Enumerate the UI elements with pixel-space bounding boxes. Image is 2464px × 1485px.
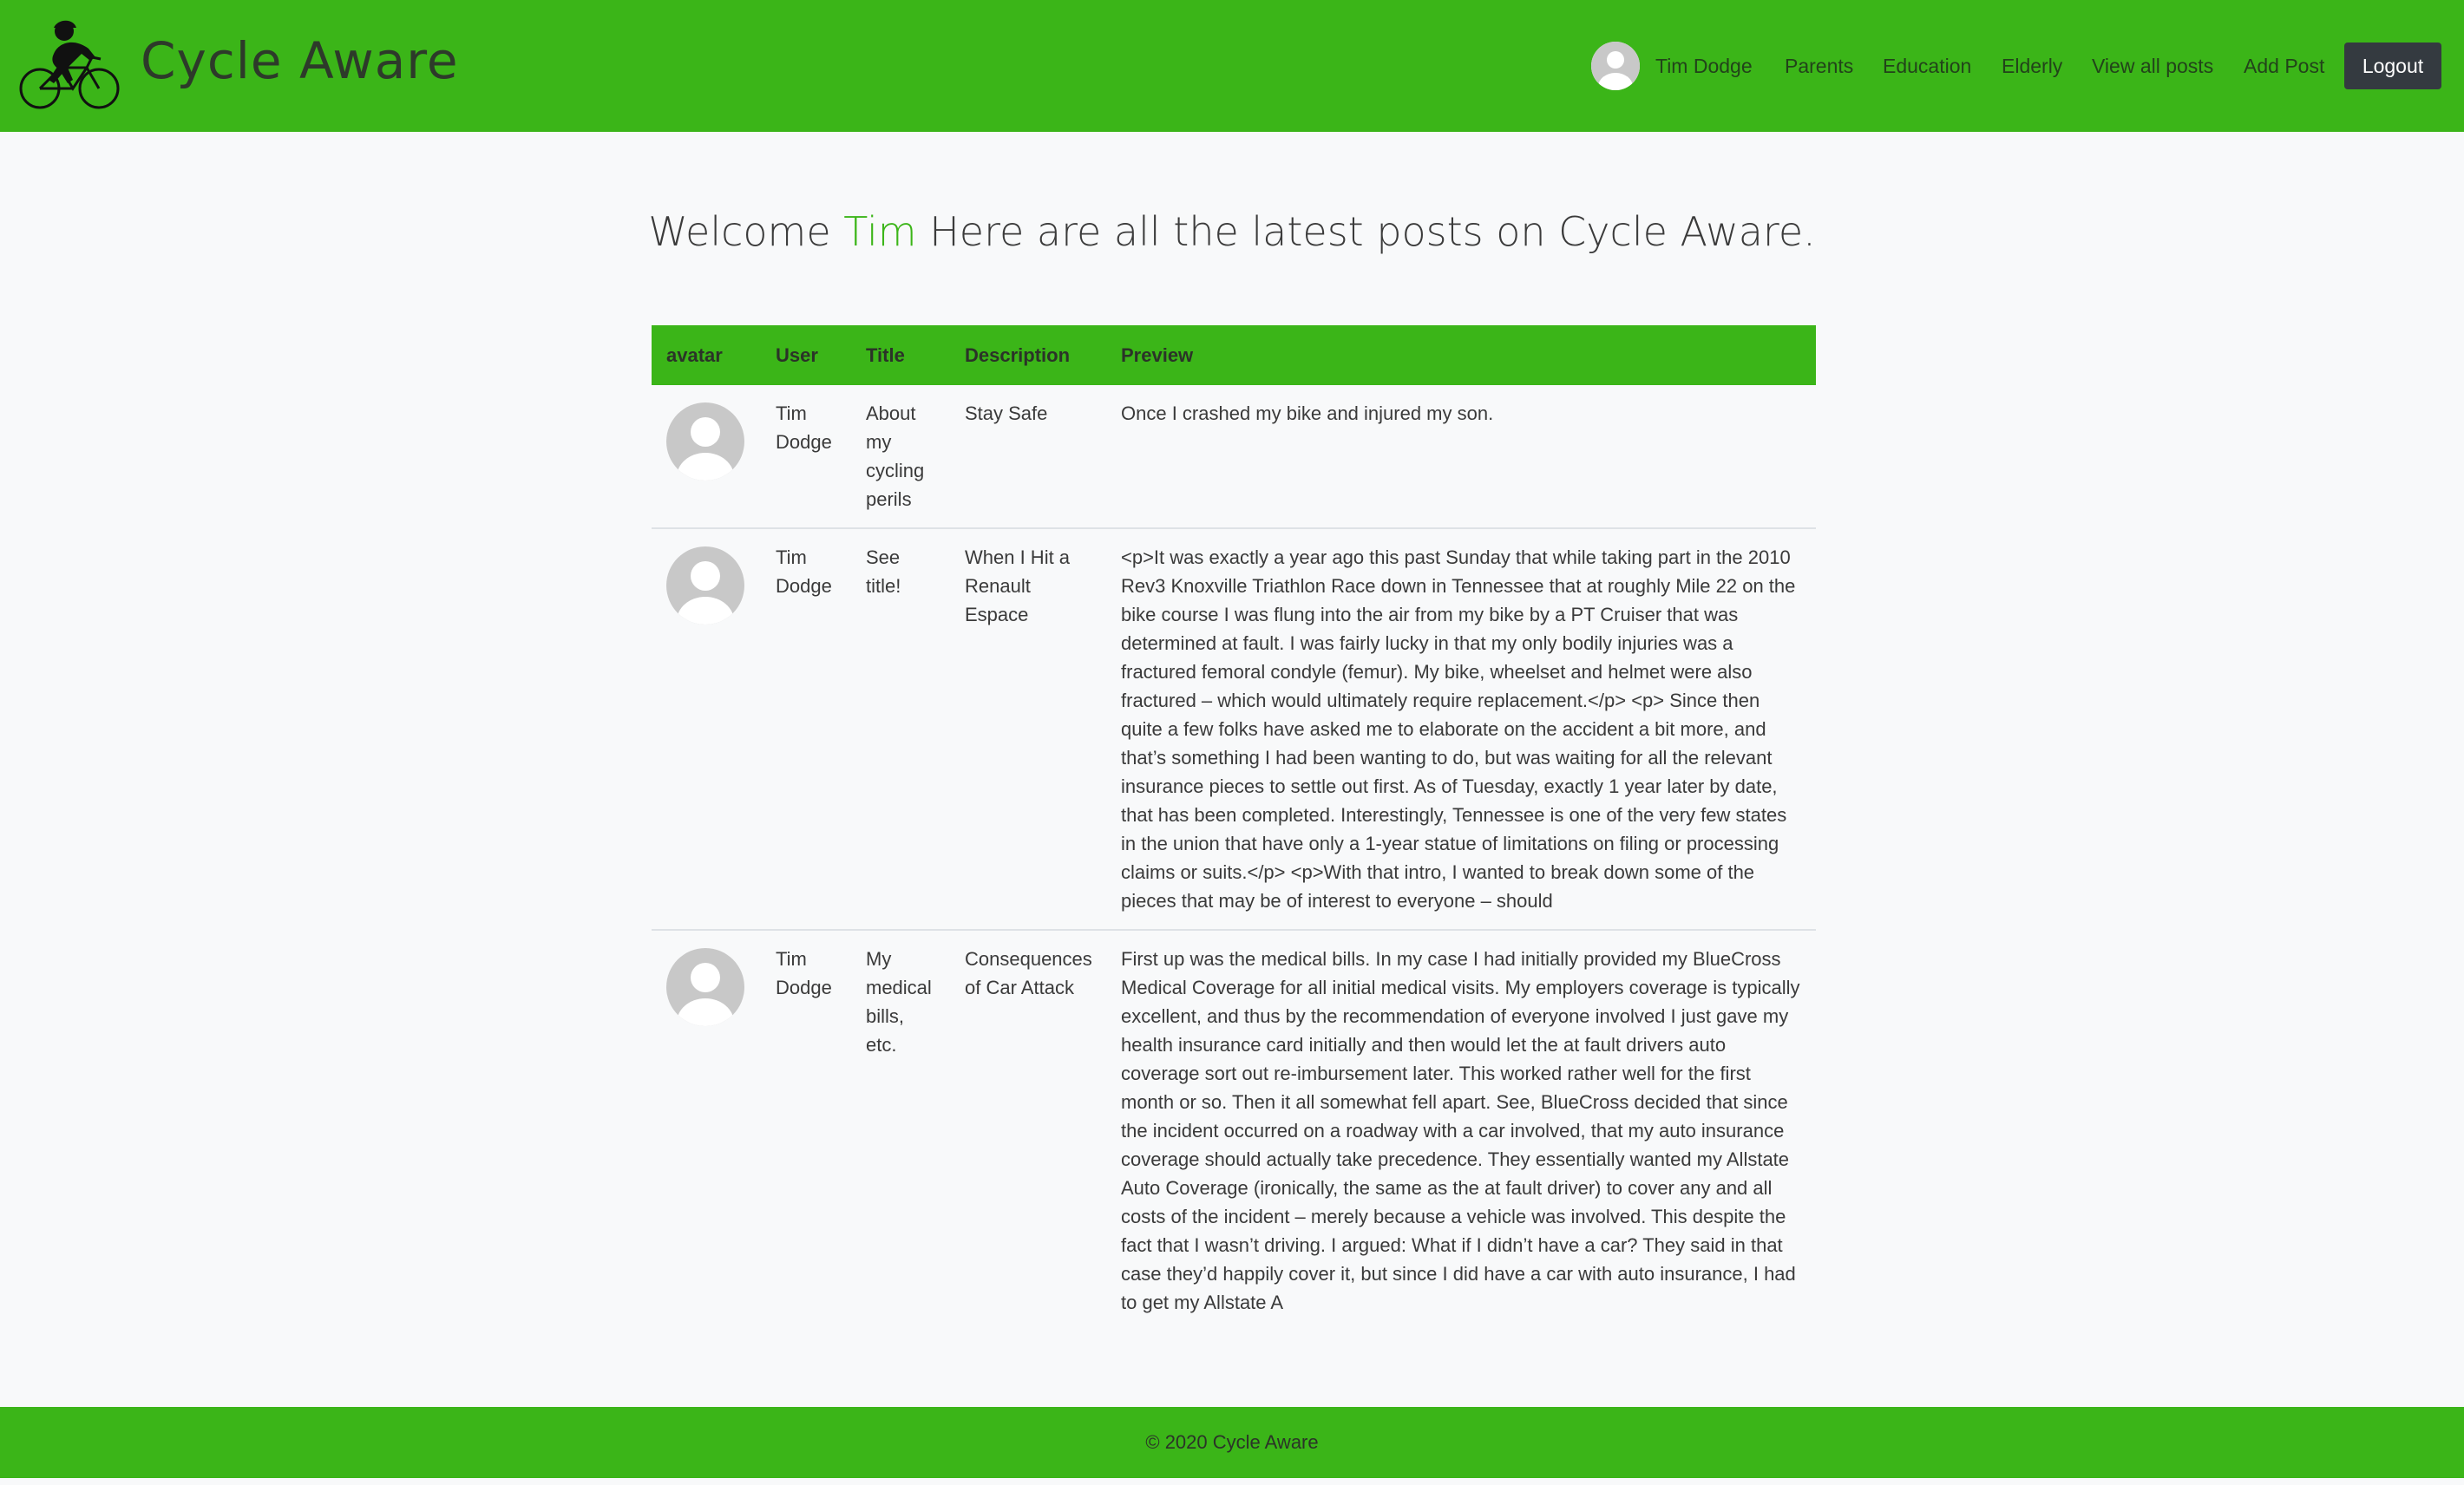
- table-row[interactable]: Tim Dodge See title! When I Hit a Renaul…: [652, 528, 1816, 931]
- logout-button[interactable]: Logout: [2344, 43, 2441, 89]
- nav-link-view-all-posts[interactable]: View all posts: [2092, 49, 2213, 83]
- avatar-cell: [652, 930, 761, 1331]
- welcome-user-name: Tim: [843, 208, 917, 255]
- nav-link-add-post[interactable]: Add Post: [2244, 49, 2324, 83]
- post-preview: <p>It was exactly a year ago this past S…: [1106, 528, 1816, 931]
- posts-table: avatar User Title Description Preview Ti…: [652, 325, 1816, 1331]
- cyclist-icon[interactable]: [19, 19, 121, 111]
- column-header-avatar: avatar: [666, 344, 723, 366]
- column-header-description: Description: [965, 344, 1071, 366]
- post-preview: Once I crashed my bike and injured my so…: [1106, 385, 1816, 529]
- footer-copyright: © 2020 Cycle Aware: [1145, 1431, 1319, 1453]
- post-description: Consequences of Car Attack: [965, 948, 1092, 998]
- post-user: Tim Dodge: [776, 948, 832, 998]
- post-description: Stay Safe: [950, 385, 1106, 529]
- welcome-suffix: Here are all the latest posts on Cycle A…: [929, 208, 1816, 255]
- column-header-preview: Preview: [1121, 344, 1194, 366]
- user-avatar-icon: [666, 402, 744, 481]
- welcome-heading: Welcome Tim Here are all the latest post…: [0, 208, 2464, 255]
- post-description: When I Hit a Renault Espace: [950, 528, 1106, 931]
- top-navbar: Cycle Aware Tim Dodge Parents Education …: [0, 0, 2464, 132]
- avatar-cell: [652, 528, 761, 931]
- nav-link-education[interactable]: Education: [1883, 49, 1971, 83]
- table-row[interactable]: Tim Dodge About my cycling perils Stay S…: [652, 385, 1816, 529]
- footer: © 2020 Cycle Aware: [0, 1407, 2464, 1478]
- user-avatar-icon: [666, 546, 744, 625]
- post-title[interactable]: My medical bills, etc.: [851, 930, 950, 1331]
- column-header-title: Title: [866, 344, 905, 366]
- post-user: Tim Dodge: [761, 385, 851, 529]
- post-user: Tim Dodge: [761, 528, 851, 931]
- column-header-user: User: [776, 344, 818, 366]
- user-avatar-icon: [666, 948, 744, 1026]
- post-preview: First up was the medical bills. In my ca…: [1121, 948, 1800, 1313]
- welcome-prefix: Welcome: [648, 208, 831, 255]
- user-avatar-icon[interactable]: [1591, 42, 1640, 90]
- post-title[interactable]: See title!: [851, 528, 950, 931]
- post-title[interactable]: About my cycling perils: [851, 385, 950, 529]
- table-row[interactable]: Tim Dodge My medical bills, etc. Consequ…: [652, 930, 1816, 1331]
- nav-link-elderly[interactable]: Elderly: [2002, 49, 2062, 83]
- nav-link-parents[interactable]: Parents: [1785, 49, 1853, 83]
- nav-user-name[interactable]: Tim Dodge: [1655, 49, 1753, 83]
- avatar-cell: [652, 385, 761, 529]
- brand-title[interactable]: Cycle Aware: [141, 26, 459, 95]
- table-header-row: avatar User Title Description Preview: [652, 325, 1816, 385]
